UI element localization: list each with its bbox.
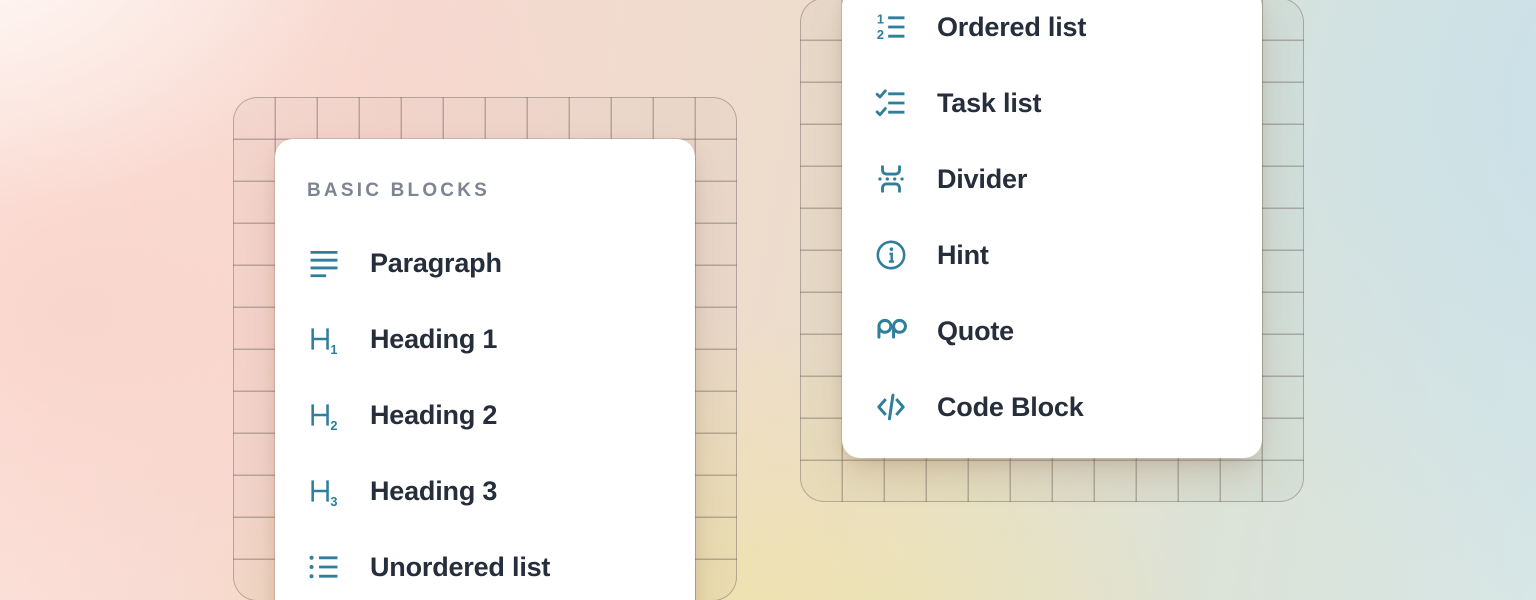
menu-item-hint[interactable]: Hint [874, 217, 1262, 293]
menu-item-divider[interactable]: Divider [874, 141, 1262, 217]
menu-item-label: Ordered list [937, 14, 1086, 41]
menu-item-label: Hint [937, 242, 989, 269]
menu-item-paragraph[interactable]: Paragraph [307, 225, 695, 301]
menu-item-label: Code Block [937, 394, 1084, 421]
menu-item-ordered-list[interactable]: 12 Ordered list [874, 0, 1262, 65]
quote-icon [874, 314, 908, 348]
svg-text:1: 1 [330, 342, 337, 356]
svg-text:1: 1 [877, 12, 884, 27]
paragraph-icon [307, 246, 341, 280]
menu-item-label: Task list [937, 90, 1041, 117]
unordered-list-icon [307, 550, 341, 584]
svg-text:2: 2 [877, 27, 884, 42]
section-label: BASIC BLOCKS [307, 179, 695, 203]
menu-item-label: Unordered list [370, 554, 550, 581]
basic-blocks-menu: BASIC BLOCKS Paragraph 1 Heading 1 2 Heading… [275, 139, 695, 600]
screenshot-stage: BASIC BLOCKS Paragraph 1 Heading 1 2 Heading… [0, 0, 1536, 600]
code-block-icon [874, 390, 908, 424]
menu-item-quote[interactable]: Quote [874, 293, 1262, 369]
task-list-icon [874, 86, 908, 120]
menu-item-label: Heading 1 [370, 326, 497, 353]
menu-item-label: Paragraph [370, 250, 502, 277]
menu-item-heading-3[interactable]: 3 Heading 3 [307, 453, 695, 529]
heading-1-icon: 1 [307, 322, 341, 356]
divider-icon [874, 162, 908, 196]
svg-text:2: 2 [330, 418, 337, 432]
heading-2-icon: 2 [307, 398, 341, 432]
menu-item-unordered-list[interactable]: Unordered list [307, 529, 695, 600]
blocks-menu-continued: 12 Ordered list Task list Divider Hint Quote C… [842, 0, 1262, 458]
menu-item-label: Heading 3 [370, 478, 497, 505]
menu-item-label: Divider [937, 166, 1027, 193]
menu-item-label: Quote [937, 318, 1014, 345]
hint-icon [874, 238, 908, 272]
menu-item-heading-2[interactable]: 2 Heading 2 [307, 377, 695, 453]
svg-text:3: 3 [330, 494, 337, 508]
menu-item-task-list[interactable]: Task list [874, 65, 1262, 141]
menu-item-label: Heading 2 [370, 402, 497, 429]
basic-blocks-menu-items: Paragraph 1 Heading 1 2 Heading 2 3 Heading 3 U… [307, 225, 695, 600]
blocks-menu-continued-items: 12 Ordered list Task list Divider Hint Quote C… [874, 0, 1262, 445]
menu-item-heading-1[interactable]: 1 Heading 1 [307, 301, 695, 377]
heading-3-icon: 3 [307, 474, 341, 508]
ordered-list-icon: 12 [874, 10, 908, 44]
menu-item-code-block[interactable]: Code Block [874, 369, 1262, 445]
